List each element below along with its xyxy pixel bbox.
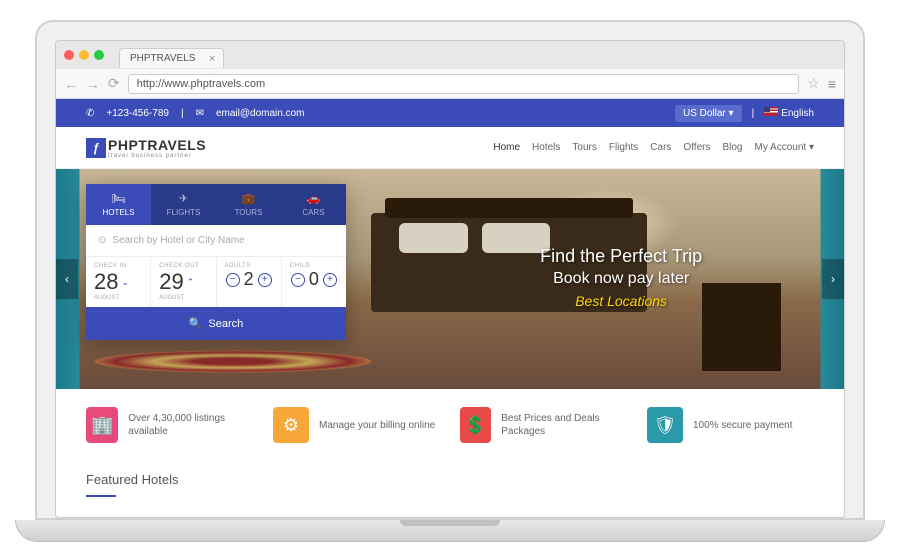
bed-icon: 🛏 [112,192,126,205]
url-input[interactable]: http://www.phptravels.com [128,74,800,94]
checkout-field[interactable]: CHECK OUT 29⌃ AUGUST [151,257,216,307]
divider: | [752,108,755,119]
hero-text: Find the Perfect Trip Book now pay later… [540,246,702,309]
search-params-row: CHECK IN 28⌄ AUGUST CHECK OUT 29⌃ AUGUST… [86,257,346,307]
currency-selector[interactable]: US Dollar ▾ [675,105,742,122]
email-address: email@domain.com [216,108,305,119]
increment-button[interactable]: + [258,273,272,287]
window-maximize-dot[interactable] [94,50,104,60]
nav-cars[interactable]: Cars [650,142,671,153]
chevron-up-icon: ⌃ [187,277,195,288]
language-selector[interactable]: English [764,107,814,119]
main-navbar: ƒ PHPTRAVELS travel business partner Hom… [56,127,844,169]
featured-section: Featured Hotels [56,461,844,517]
carousel-next-button[interactable]: › [822,259,844,299]
browser-tab[interactable]: PHPTRAVELS × [119,48,224,68]
checkin-field[interactable]: CHECK IN 28⌄ AUGUST [86,257,151,307]
back-icon[interactable]: ← [64,76,78,92]
briefcase-icon: 💼 [242,192,256,205]
site-topbar: ✆ +123-456-789 | ✉ email@domain.com US D… [56,99,844,127]
browser-tab-bar: PHPTRAVELS × [56,41,844,69]
hero-headline-3: Best Locations [540,293,702,309]
gear-icon: ⚙ [273,407,309,443]
forward-icon[interactable]: → [86,76,100,92]
window-minimize-dot[interactable] [79,50,89,60]
search-placeholder: Search by Hotel or City Name [112,235,244,246]
email-icon: ✉ [196,108,204,119]
phone-number: +123-456-789 [106,108,169,119]
plane-icon: ✈ [179,192,188,205]
building-icon: 🏢 [86,407,118,443]
chevron-down-icon: ⌄ [121,277,129,288]
laptop-base [15,520,885,542]
feature-prices: 💲 Best Prices and Deals Packages [460,407,627,443]
divider: | [181,108,184,119]
car-icon: 🚗 [307,192,321,205]
tab-cars[interactable]: 🚗CARS [281,184,346,225]
nav-hotels[interactable]: Hotels [532,142,560,153]
close-icon[interactable]: × [209,53,215,65]
tab-hotels[interactable]: 🛏HOTELS [86,184,151,225]
search-button[interactable]: 🔍 Search [86,307,346,340]
section-title: Featured Hotels [86,472,179,493]
logo[interactable]: ƒ PHPTRAVELS travel business partner [86,137,206,159]
carousel-prev-button[interactable]: ‹ [56,259,78,299]
decrement-button[interactable]: − [226,273,240,287]
increment-button[interactable]: + [323,273,337,287]
nav-offers[interactable]: Offers [683,142,710,153]
adults-field: ADULTS − 2 + [217,257,282,307]
feature-listings: 🏢 Over 4,30,000 listings available [86,407,253,443]
flag-icon [764,107,778,116]
phone-icon: ✆ [86,108,94,119]
features-row: 🏢 Over 4,30,000 listings available ⚙ Man… [56,389,844,461]
shield-icon: 🛡 [647,407,683,443]
nav-tours[interactable]: Tours [572,142,596,153]
nav-home[interactable]: Home [493,142,520,153]
window-close-dot[interactable] [64,50,74,60]
search-icon: 🔍 [189,317,203,330]
hero-headline-1: Find the Perfect Trip [540,246,702,267]
menu-icon[interactable]: ≡ [828,76,836,92]
decrement-button[interactable]: − [291,273,305,287]
tag-icon: 💲 [460,407,491,443]
search-widget: 🛏HOTELS ✈FLIGHTS 💼TOURS 🚗CARS ⊙ Search b… [86,184,346,340]
pin-icon: ⊙ [98,235,106,246]
browser-address-bar: ← → ⟳ http://www.phptravels.com ☆ ≡ [56,69,844,99]
nav-account[interactable]: My Account ▾ [754,142,814,153]
logo-text: PHPTRAVELS [108,137,206,153]
title-underline [86,495,116,497]
feature-billing: ⚙ Manage your billing online [273,407,440,443]
star-icon[interactable]: ☆ [807,75,820,92]
tab-tours[interactable]: 💼TOURS [216,184,281,225]
reload-icon[interactable]: ⟳ [108,75,120,92]
nav-flights[interactable]: Flights [609,142,638,153]
child-field: CHILD − 0 + [282,257,346,307]
nav-links: Home Hotels Tours Flights Cars Offers Bl… [493,142,814,153]
tab-title: PHPTRAVELS [130,53,195,64]
tab-flights[interactable]: ✈FLIGHTS [151,184,216,225]
search-input[interactable]: ⊙ Search by Hotel or City Name [86,225,346,257]
nav-blog[interactable]: Blog [722,142,742,153]
hero-headline-2: Book now pay later [540,270,702,288]
logo-icon: ƒ [86,138,106,158]
logo-tagline: travel business partner [108,153,206,159]
feature-secure: 🛡 100% secure payment [647,407,814,443]
search-tabs: 🛏HOTELS ✈FLIGHTS 💼TOURS 🚗CARS [86,184,346,225]
hero-carousel: ‹ › Find the Perfect Trip Book now pay l… [56,169,844,389]
